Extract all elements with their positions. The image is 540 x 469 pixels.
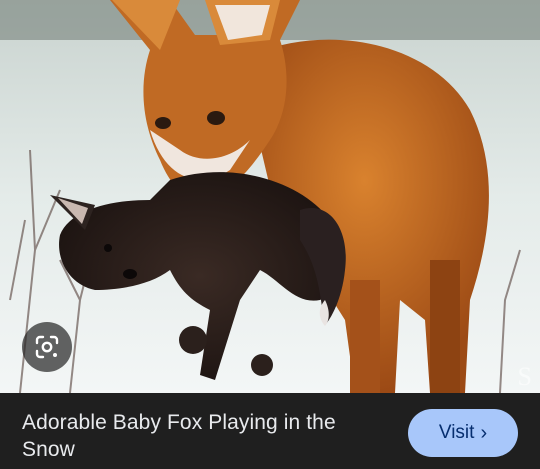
- visit-button[interactable]: Visit ›: [408, 409, 518, 457]
- google-lens-button[interactable]: [22, 322, 72, 372]
- result-info-bar: Adorable Baby Fox Playing in the Snow Vi…: [0, 393, 540, 469]
- maned-wolf-carrying-pup-photo: [0, 0, 540, 393]
- image-watermark: S: [517, 362, 532, 391]
- chevron-right-icon: ›: [480, 422, 488, 444]
- image-result-card: S Adorable Baby Fox Playing in the Snow …: [0, 0, 540, 469]
- visit-label: Visit: [438, 422, 475, 443]
- google-lens-icon: [35, 335, 59, 359]
- result-image[interactable]: S: [0, 0, 540, 393]
- result-caption[interactable]: Adorable Baby Fox Playing in the Snow: [22, 409, 382, 463]
